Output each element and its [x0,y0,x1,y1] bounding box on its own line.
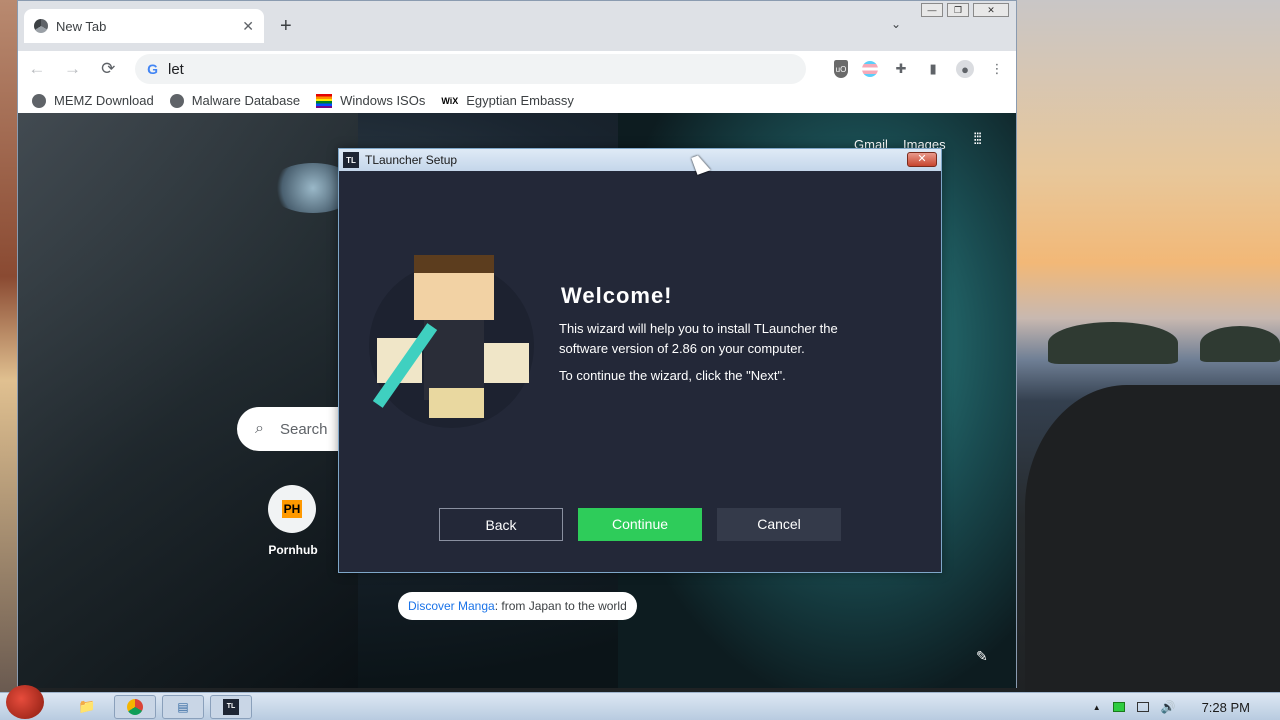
system-tray: ▲ 🔊 7:28 PM [1093,693,1280,720]
character-arm-right [484,343,529,383]
shortcut-favicon: PH [268,485,316,533]
show-hidden-icons-icon[interactable]: ▲ [1093,703,1101,712]
back-button[interactable]: Back [439,508,563,541]
tlauncher-logo-icon: TL [343,152,359,168]
file-explorer-icon[interactable]: 📁 [66,695,108,719]
wallpaper-island [1048,322,1178,364]
speaker-icon[interactable]: 🔊 [1161,700,1176,714]
clock[interactable]: 7:28 PM [1202,700,1250,715]
globe-icon [32,93,46,108]
apps-grid-icon[interactable]: ⁞⁞⁞ [973,132,982,148]
chrome-icon [34,19,48,33]
puzzle-icon[interactable]: ✚ [892,60,910,78]
address-text[interactable]: let [168,61,184,78]
bookmark-label: Malware Database [191,93,301,108]
profile-icon[interactable]: ● [956,60,975,78]
bookmark-label: Egyptian Embassy [466,93,574,108]
bookmark-egyptian-embassy[interactable]: WiX Egyptian Embassy [441,93,574,108]
tlauncher-taskbar-button[interactable]: TL [210,694,252,719]
chrome-taskbar-icon[interactable] [114,694,156,719]
wizard-instruction: To continue the wizard, click the "Next"… [559,368,786,383]
maximize-button[interactable]: ❐ [947,3,969,17]
start-button[interactable] [0,684,52,720]
bookmark-label: Windows ISOs [340,93,426,108]
shortcut-label: Pornhub [268,543,318,557]
chrome-icon [127,698,143,715]
character-legs [429,388,484,418]
bookmark-malware-database[interactable]: Malware Database [169,93,301,108]
forward-arrow-icon[interactable]: → [64,59,82,79]
wix-icon: WiX [441,95,459,106]
kebab-menu-icon[interactable]: ⋮ [988,60,1006,78]
dialog-title: TLauncher Setup [365,153,458,167]
bookmark-windows-isos[interactable]: Windows ISOs [316,93,425,108]
rainbow-flag-icon [316,93,333,108]
taskbar-apps: 📁 ▤ TL [66,694,252,719]
battery-icon[interactable] [1112,702,1125,712]
pencil-icon[interactable]: ✎ [976,648,988,665]
sidepanel-icon[interactable]: ▮ [924,60,942,78]
bookmark-label: MEMZ Download [54,93,154,108]
shortcut-tile[interactable]: PH Pornhub [268,485,318,557]
dialog-body: Welcome! This wizard will help you to in… [339,171,941,572]
wallpaper-rocks [1025,385,1280,692]
dialog-close-button[interactable]: ✕ [907,152,937,167]
extension-icons: uO ✚ ▮ ● ⋮ [834,60,1006,78]
wizard-description: This wizard will help you to install TLa… [559,321,838,356]
cancel-button[interactable]: Cancel [717,508,841,541]
search-placeholder: Search [279,420,328,438]
search-icon: ⌕ [255,420,264,437]
chip-text: : from Japan to the world [494,599,627,613]
tlauncher-logo-icon: TL [223,698,239,715]
wallpaper-island [1200,326,1280,362]
discover-chip[interactable]: Discover Manga : from Japan to the world [398,592,637,620]
new-tab-button[interactable]: + [280,15,292,38]
close-icon[interactable]: ✕ [242,18,254,35]
dialog-titlebar[interactable]: TL TLauncher Setup ✕ [339,149,941,171]
google-icon: G [147,61,158,77]
network-icon[interactable] [1136,702,1149,712]
taskbar: 📁 ▤ TL ▲ 🔊 7:28 PM [0,684,1280,720]
notepad-icon[interactable]: ▤ [162,694,204,719]
toolbar: ← → ⟳ G let uO ✚ ▮ ● ⋮ [18,51,1016,87]
globe-icon [169,93,184,108]
reload-icon[interactable]: ⟳ [99,59,117,79]
angry-bird-start-icon [6,684,44,719]
desktop-edge [0,0,18,692]
close-window-button[interactable]: ✕ [973,3,1009,17]
chip-link[interactable]: Discover Manga [408,599,495,613]
minimize-button[interactable]: — [921,3,943,17]
continue-button[interactable]: Continue [578,508,702,541]
minecraft-character-image [369,243,539,443]
ph-icon: PH [281,500,303,518]
character-head [414,255,494,320]
ublock-icon[interactable]: uO [834,60,849,78]
welcome-heading: Welcome! [561,283,673,308]
bookmarks-bar: MEMZ Download Malware Database Windows I… [18,87,1016,115]
address-bar[interactable]: G let [135,54,807,84]
bookmark-memz[interactable]: MEMZ Download [32,93,154,108]
tab-title: New Tab [56,18,107,34]
tlauncher-setup-dialog: TL TLauncher Setup ✕ Welcome! This wizar… [338,148,942,573]
trans-flag-extension-icon[interactable] [862,61,879,77]
back-arrow-icon[interactable]: ← [28,59,46,79]
tab-strip: New Tab ✕ + ⌄ — ❐ ✕ [18,1,1016,51]
chevron-down-icon[interactable]: ⌄ [891,17,901,31]
window-controls: — ❐ ✕ [921,3,1009,17]
tab-new-tab[interactable]: New Tab ✕ [24,9,264,43]
